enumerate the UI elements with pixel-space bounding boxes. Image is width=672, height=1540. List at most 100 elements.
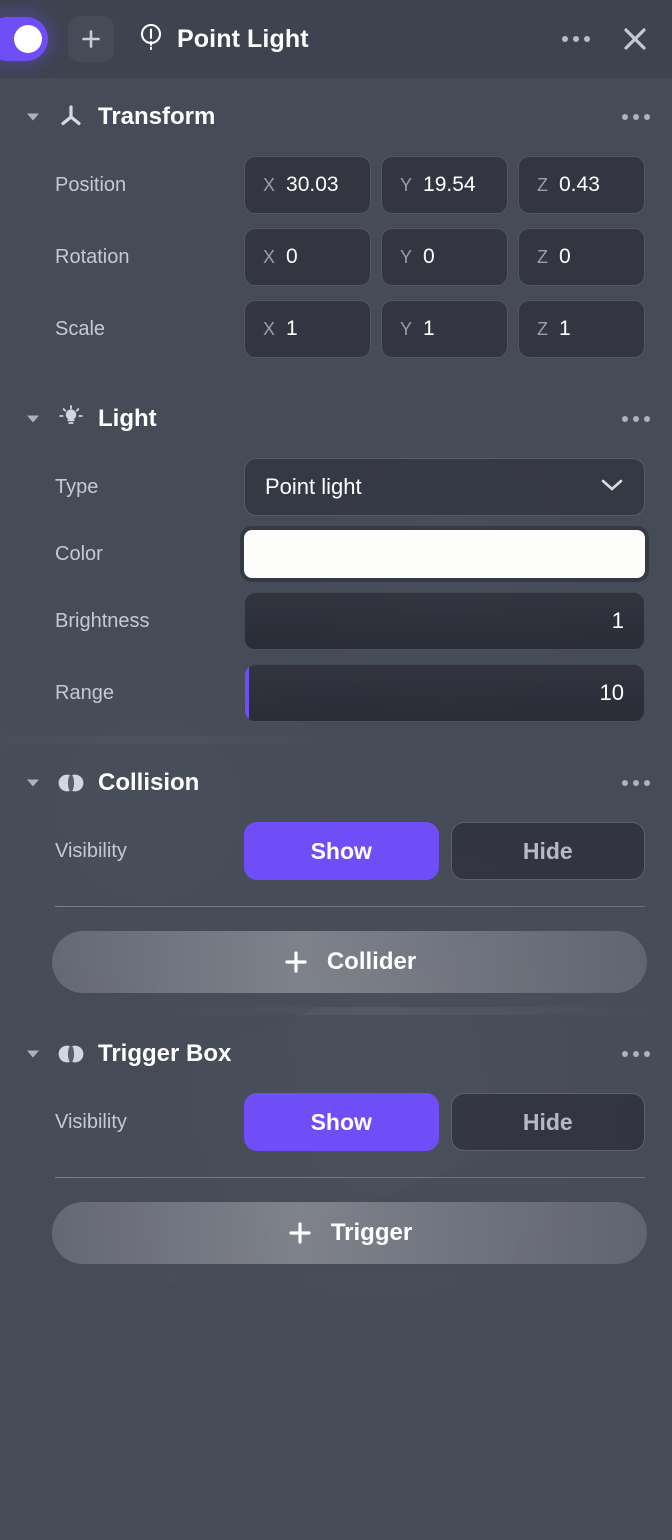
- trigger-box-visibility-toggle-group: Show Hide: [244, 1093, 645, 1151]
- close-icon: [624, 28, 646, 50]
- lightbulb-icon: [56, 404, 86, 434]
- axis-label-z: Z: [537, 246, 548, 267]
- collapse-caret-light[interactable]: [22, 414, 44, 424]
- collision-venn-icon: [56, 1039, 86, 1069]
- section-collision: Collision Visibility Show Hide Collider: [0, 744, 672, 1007]
- collision-visibility-label: Visibility: [55, 839, 127, 862]
- more-options-button[interactable]: [562, 36, 590, 42]
- trigger-box-visibility-label: Visibility: [55, 1110, 127, 1133]
- collision-hide-button[interactable]: Hide: [450, 822, 645, 880]
- trigger-box-section-title: Trigger Box: [98, 1040, 232, 1067]
- transform-position-row: Position X 30.03 Y 19.54 Z 0.43: [0, 156, 672, 214]
- enable-object-toggle[interactable]: [0, 17, 48, 61]
- light-section-header[interactable]: Light: [0, 380, 672, 458]
- light-type-select[interactable]: Point light: [244, 458, 645, 516]
- collision-section-header[interactable]: Collision: [0, 744, 672, 822]
- light-type-row: Type Point light: [0, 458, 672, 516]
- add-trigger-button[interactable]: Trigger: [52, 1202, 647, 1264]
- collapse-caret-collision[interactable]: [22, 778, 44, 788]
- rotation-y-input[interactable]: Y 0: [381, 228, 508, 286]
- collision-visibility-row: Visibility Show Hide: [0, 822, 672, 880]
- plus-icon: [285, 951, 307, 973]
- light-brightness-value: 1: [611, 608, 624, 633]
- rotation-y-value: 0: [423, 245, 435, 268]
- collision-visibility-toggle-group: Show Hide: [244, 822, 645, 880]
- light-range-label: Range: [55, 681, 114, 704]
- trigger-box-visibility-row: Visibility Show Hide: [0, 1093, 672, 1151]
- object-title: Point Light: [177, 24, 309, 53]
- trigger-box-divider: [55, 1177, 645, 1178]
- trigger-box-hide-button[interactable]: Hide: [450, 1093, 645, 1151]
- axis-label-y: Y: [400, 246, 413, 267]
- scale-y-value: 1: [423, 317, 435, 340]
- point-light-icon: [138, 22, 164, 57]
- scale-label: Scale: [55, 317, 106, 340]
- chevron-down-icon: [600, 478, 624, 497]
- rotation-x-input[interactable]: X 0: [244, 228, 371, 286]
- rotation-z-input[interactable]: Z 0: [518, 228, 645, 286]
- position-z-input[interactable]: Z 0.43: [518, 156, 645, 214]
- add-component-button[interactable]: [68, 16, 114, 62]
- light-brightness-input[interactable]: 1: [244, 592, 645, 650]
- scale-z-input[interactable]: Z 1: [518, 300, 645, 358]
- range-slider-fill: [245, 665, 249, 721]
- transform-gizmo-icon: [56, 102, 86, 132]
- transform-scale-row: Scale X 1 Y 1 Z 1: [0, 300, 672, 358]
- axis-label-x: X: [263, 318, 276, 339]
- transform-rotation-row: Rotation X 0 Y 0 Z 0: [0, 228, 672, 286]
- scale-x-input[interactable]: X 1: [244, 300, 371, 358]
- axis-label-x: X: [263, 246, 276, 267]
- axis-label-z: Z: [537, 318, 548, 339]
- light-brightness-label: Brightness: [55, 609, 150, 632]
- light-section-title: Light: [98, 405, 157, 432]
- position-y-input[interactable]: Y 19.54: [381, 156, 508, 214]
- rotation-x-value: 0: [286, 245, 298, 268]
- light-color-swatch[interactable]: [244, 530, 645, 578]
- caret-down-icon: [27, 415, 39, 423]
- transform-section-header[interactable]: Transform: [0, 78, 672, 156]
- axis-label-x: X: [263, 174, 276, 195]
- scale-x-value: 1: [286, 317, 298, 340]
- add-trigger-label: Trigger: [330, 1219, 413, 1246]
- plus-icon: [289, 1222, 311, 1244]
- light-color-row: Color: [0, 530, 672, 578]
- title-group: Point Light: [138, 22, 562, 57]
- position-x-input[interactable]: X 30.03: [244, 156, 371, 214]
- collision-venn-icon: [56, 768, 86, 798]
- trigger-box-section-header[interactable]: Trigger Box: [0, 1015, 672, 1093]
- caret-down-icon: [27, 779, 39, 787]
- collision-section-menu[interactable]: [622, 780, 650, 786]
- section-light: Light Type Point light Color Brightness: [0, 380, 672, 736]
- transform-section-menu[interactable]: [622, 114, 650, 120]
- titlebar: Point Light: [0, 0, 672, 78]
- light-section-menu[interactable]: [622, 416, 650, 422]
- collapse-caret-trigger-box[interactable]: [22, 1049, 44, 1059]
- collision-divider: [55, 906, 645, 907]
- add-collider-label: Collider: [326, 948, 417, 975]
- position-label: Position: [55, 173, 127, 196]
- transform-section-title: Transform: [98, 103, 216, 130]
- section-transform: Transform Position X 30.03 Y 19.54 Z 0.4…: [0, 78, 672, 372]
- rotation-z-value: 0: [559, 245, 571, 268]
- rotation-label: Rotation: [55, 245, 130, 268]
- toggle-knob: [14, 25, 42, 53]
- scale-y-input[interactable]: Y 1: [381, 300, 508, 358]
- trigger-box-show-button[interactable]: Show: [244, 1093, 439, 1151]
- axis-label-y: Y: [400, 318, 413, 339]
- position-z-value: 0.43: [559, 173, 600, 196]
- add-collider-button[interactable]: Collider: [52, 931, 647, 993]
- trigger-box-section-menu[interactable]: [622, 1051, 650, 1057]
- caret-down-icon: [27, 1050, 39, 1058]
- plus-icon: [82, 30, 100, 48]
- light-range-value: 10: [599, 680, 624, 705]
- axis-label-y: Y: [400, 174, 413, 195]
- close-panel-button[interactable]: [620, 24, 650, 54]
- section-trigger-box: Trigger Box Visibility Show Hide Trigger: [0, 1015, 672, 1278]
- collision-section-title: Collision: [98, 769, 200, 796]
- axis-label-z: Z: [537, 174, 548, 195]
- position-y-value: 19.54: [423, 173, 476, 196]
- light-type-label: Type: [55, 475, 99, 498]
- light-range-input[interactable]: 10: [244, 664, 645, 722]
- collapse-caret-transform[interactable]: [22, 112, 44, 122]
- collision-show-button[interactable]: Show: [244, 822, 439, 880]
